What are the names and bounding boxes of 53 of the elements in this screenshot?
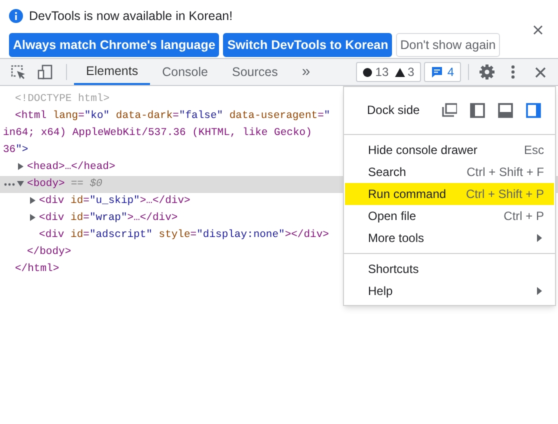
menu-item[interactable]: Shortcuts <box>345 258 554 280</box>
dock-bottom-icon[interactable] <box>498 102 513 118</box>
more-tabs-button[interactable]: » <box>302 60 310 84</box>
code-line: </html> <box>15 262 60 277</box>
code-line: <body> <box>27 177 65 192</box>
shortcut-text: Esc <box>524 142 544 159</box>
undock-icon[interactable] <box>442 102 457 118</box>
code-line: <html lang="ko" data-dark="false" data-useragent=" <box>15 109 330 124</box>
expanded-triangle-icon[interactable] <box>17 180 24 187</box>
selection-marker: == $0 <box>70 177 102 192</box>
banner-message: DevTools is now available in Korean! <box>29 8 233 25</box>
collapsed-triangle-icon[interactable] <box>17 163 24 170</box>
code-line: 36"> <box>3 143 28 158</box>
panel-tab[interactable]: Sources <box>220 59 290 85</box>
code-line: <div id="adscript" style="display:none"></div> <box>39 228 329 243</box>
banner-button[interactable]: Don't show again <box>396 33 500 57</box>
dock-left-icon[interactable] <box>470 102 485 118</box>
menu-item[interactable]: More tools <box>345 227 554 249</box>
warning-count: 3 <box>408 64 414 81</box>
code-line: <div id="u_skip">…</div> <box>39 194 190 209</box>
device-icon[interactable] <box>37 64 53 80</box>
panel-tab[interactable]: Elements <box>74 59 150 85</box>
dock-right-icon[interactable] <box>526 102 541 118</box>
close-icon[interactable] <box>533 25 543 35</box>
menu-item[interactable]: Hide console drawer Esc <box>345 139 554 161</box>
inspect-icon[interactable] <box>10 64 26 80</box>
error-dot-icon <box>363 68 372 76</box>
banner-button[interactable]: Switch DevTools to Korean <box>223 33 392 57</box>
code-line: <head>…</head> <box>27 160 116 175</box>
collapsed-triangle-icon[interactable] <box>29 197 36 204</box>
code-line: <div id="wrap">…</div> <box>39 211 178 226</box>
code-line: </body> <box>27 245 72 260</box>
ellipsis-icon <box>4 183 15 186</box>
collapsed-triangle-icon[interactable] <box>29 214 36 221</box>
panel-tab[interactable]: Console <box>150 59 220 85</box>
info-icon <box>9 9 23 23</box>
message-count: 4 <box>447 64 454 81</box>
menu-item[interactable]: Help <box>345 280 554 302</box>
menu-item[interactable]: Open file Ctrl + P <box>345 205 554 227</box>
shortcut-text: Ctrl + P <box>504 208 544 225</box>
code-line: in64; x64) AppleWebKit/537.36 (KHTML, like Gecko) <box>3 126 312 141</box>
error-count: 13 <box>375 64 389 81</box>
doctype-text: <!DOCTYPE html> <box>15 92 110 107</box>
message-icon <box>431 66 444 78</box>
settings-icon[interactable] <box>479 64 495 80</box>
messages-counter[interactable]: 4 <box>424 62 461 82</box>
issues-counter[interactable]: 13 3 <box>356 62 422 82</box>
close-icon[interactable] <box>535 66 546 78</box>
more-options-icon[interactable] <box>511 65 515 79</box>
banner-button[interactable]: Always match Chrome's language <box>9 33 220 57</box>
warning-triangle-icon <box>394 68 405 76</box>
menu-item[interactable]: Run command Ctrl + Shift + P <box>345 183 554 205</box>
menu-label: Dock side <box>367 102 421 119</box>
